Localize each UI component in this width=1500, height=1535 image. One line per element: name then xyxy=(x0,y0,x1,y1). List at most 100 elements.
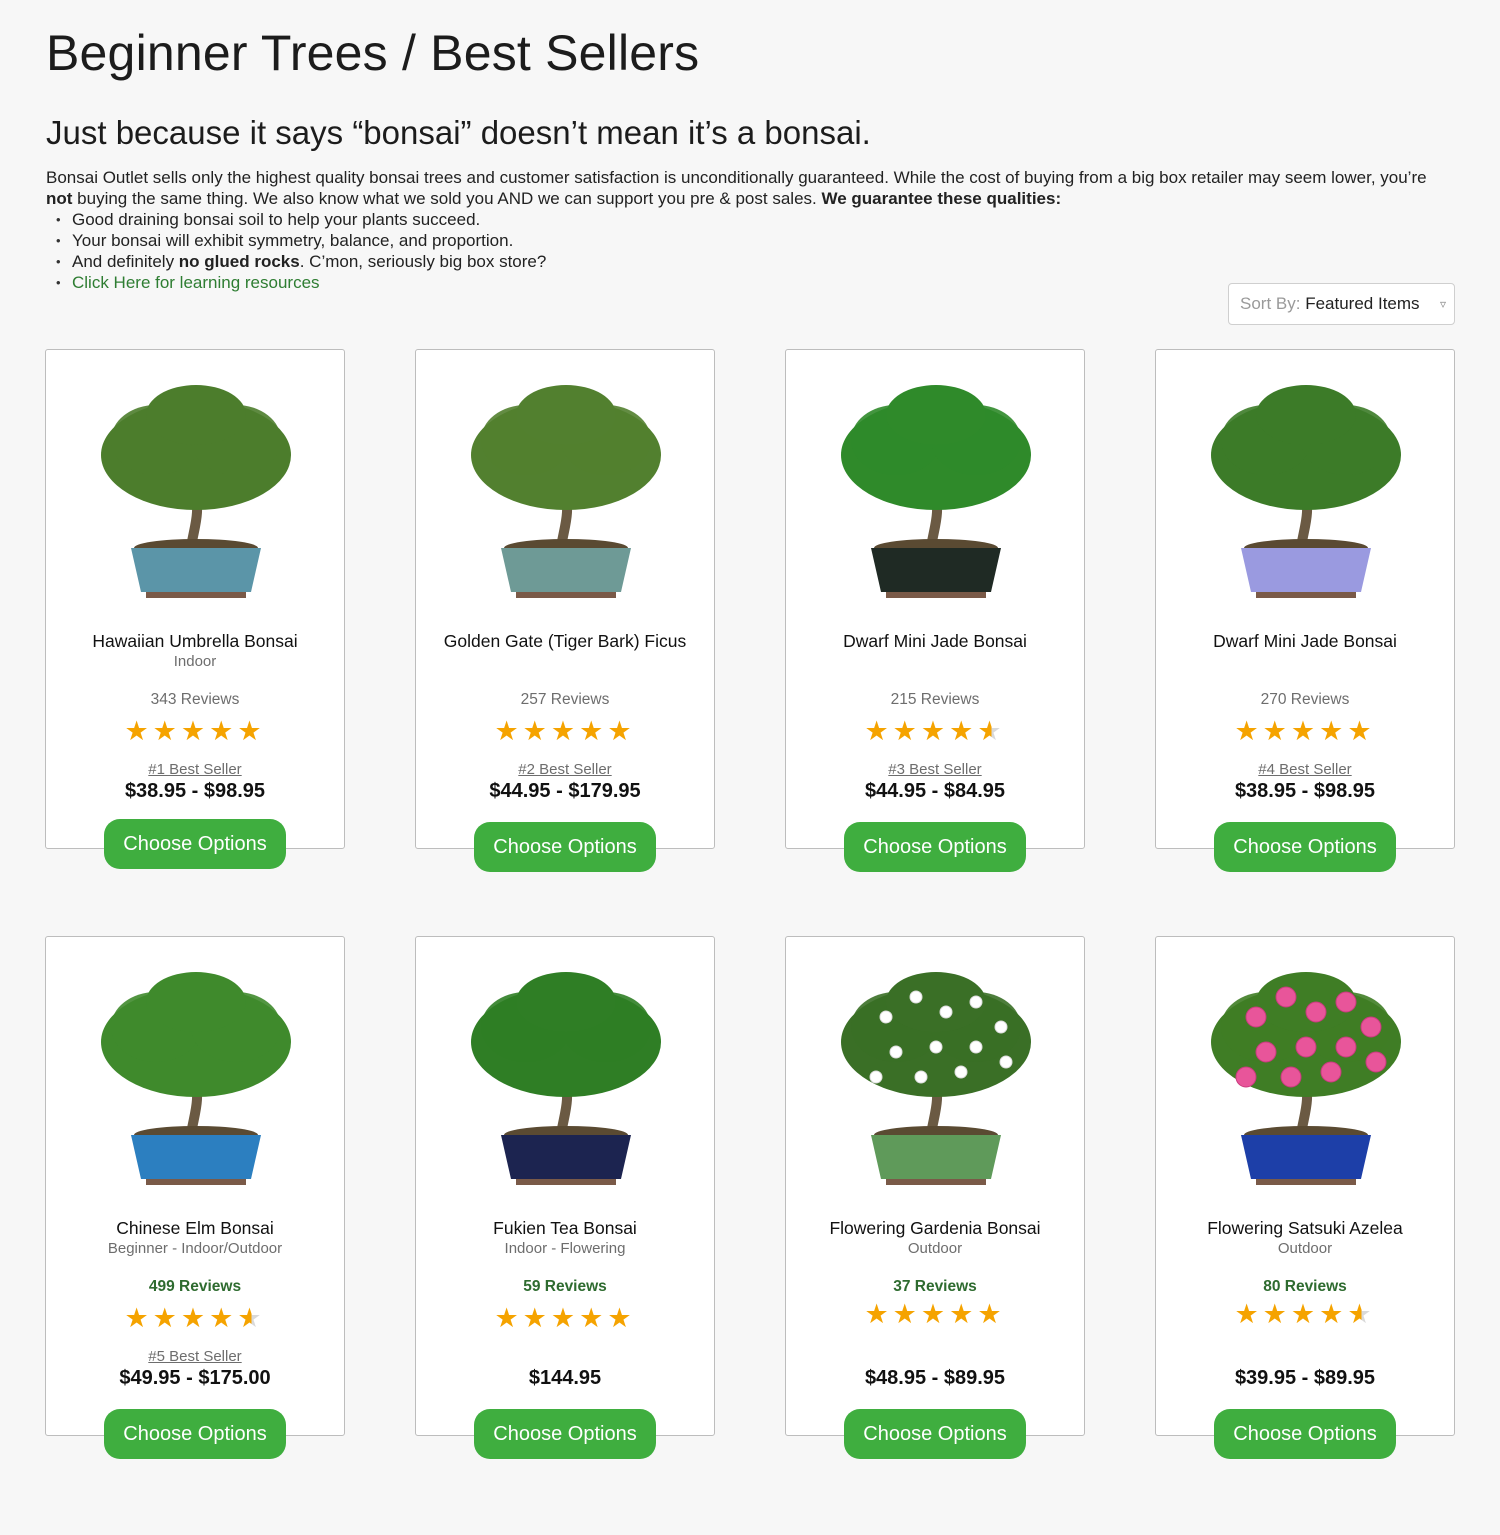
star-icon: ★ xyxy=(1319,716,1348,746)
product-image[interactable] xyxy=(1196,370,1416,610)
product-price: $49.95 - $175.00 xyxy=(119,1367,271,1389)
product-price: $38.95 - $98.95 xyxy=(124,780,266,802)
product-card[interactable]: Flowering Satsuki Azelea Outdoor 80 Review… xyxy=(1155,936,1455,1436)
product-card[interactable]: Fukien Tea Bonsai Indoor - Flowering 59 Re… xyxy=(415,936,715,1436)
product-image[interactable] xyxy=(86,957,306,1197)
product-card[interactable]: Dwarf Mini Jade Bonsai 270 Reviews ★★★★★ #4… xyxy=(1155,349,1455,849)
star-icon: ★ xyxy=(977,1299,1006,1329)
star-rating: ★★★★★ xyxy=(786,716,1084,747)
product-image[interactable] xyxy=(826,957,1046,1197)
product-meta: Outdoor xyxy=(1277,1240,1333,1257)
page-subtitle: Just because it says “bonsai” doesn’t me… xyxy=(46,114,871,151)
product-card[interactable]: Golden Gate (Tiger Bark) Ficus 257 Review… xyxy=(415,349,715,849)
product-name: Flowering Satsuki Azelea xyxy=(1207,1218,1403,1238)
choose-options-button[interactable]: Choose Options xyxy=(844,822,1026,872)
choose-options-button[interactable]: Choose Options xyxy=(104,1409,286,1459)
product-image[interactable] xyxy=(826,370,1046,610)
star-icon: ★ xyxy=(522,716,551,746)
star-icon: ★ xyxy=(209,716,238,746)
product-reviews[interactable]: 37 Reviews xyxy=(786,1278,1084,1296)
star-icon: ★ xyxy=(180,716,210,746)
product-image[interactable] xyxy=(456,957,676,1197)
star-icon: ★ xyxy=(949,1299,978,1329)
intro-p1: Bonsai Outlet sells only the highest qua… xyxy=(46,168,1427,187)
best-seller-link[interactable]: #2 Best Seller xyxy=(416,761,714,778)
product-card[interactable]: Chinese Elm Bonsai Beginner - Indoor/Outd… xyxy=(45,936,345,1436)
star-icon: ★ xyxy=(209,1303,238,1333)
best-seller-link[interactable]: #5 Best Seller xyxy=(46,1348,344,1365)
product-reviews[interactable]: 499 Reviews xyxy=(46,1278,344,1296)
star-icon: ★ xyxy=(124,1303,153,1333)
product-price: $44.95 - $179.95 xyxy=(489,780,641,802)
choose-options-button[interactable]: Choose Options xyxy=(474,822,656,872)
product-reviews: 270 Reviews xyxy=(1260,691,1350,708)
star-icon: ★ xyxy=(237,1303,266,1333)
product-price: $144.95 xyxy=(528,1367,602,1389)
best-seller-link[interactable]: #1 Best Seller xyxy=(46,761,344,778)
chevron-down-icon: ▿ xyxy=(1439,297,1446,311)
star-icon: ★ xyxy=(1290,716,1320,746)
star-icon: ★ xyxy=(864,716,893,746)
product-card[interactable]: Dwarf Mini Jade Bonsai 215 Reviews ★★★★★ #3… xyxy=(785,349,1085,849)
product-name: Dwarf Mini Jade Bonsai xyxy=(1213,631,1397,651)
product-card[interactable]: Flowering Gardenia Bonsai Outdoor 37 Revie… xyxy=(785,936,1085,1436)
product-price: $39.95 - $89.95 xyxy=(1234,1367,1376,1389)
intro-text: Bonsai Outlet sells only the highest qua… xyxy=(46,167,1446,293)
product-card[interactable]: Hawaiian Umbrella Bonsai Indoor 343 Review… xyxy=(45,349,345,849)
product-meta: Beginner - Indoor/Outdoor xyxy=(107,1240,283,1257)
choose-options-button[interactable]: Choose Options xyxy=(1214,822,1396,872)
product-image[interactable] xyxy=(86,370,306,610)
product-reviews: 257 Reviews xyxy=(520,691,610,708)
product-reviews: 343 Reviews xyxy=(150,691,240,708)
guarantee-item: Good draining bonsai soil to help your p… xyxy=(56,209,1446,230)
product-price: $38.95 - $98.95 xyxy=(1234,780,1376,802)
star-icon: ★ xyxy=(864,1299,893,1329)
intro-p2: buying the same thing. We also know what… xyxy=(72,189,822,208)
product-reviews[interactable]: 80 Reviews xyxy=(1156,1278,1454,1296)
product-name: Flowering Gardenia Bonsai xyxy=(829,1218,1041,1238)
learning-resources-link[interactable]: Click Here for learning resources xyxy=(72,273,320,292)
choose-options-button[interactable]: Choose Options xyxy=(844,1409,1026,1459)
product-name: Fukien Tea Bonsai xyxy=(493,1218,637,1238)
product-image[interactable] xyxy=(1196,957,1416,1197)
choose-options-button[interactable]: Choose Options xyxy=(1214,1409,1396,1459)
star-icon: ★ xyxy=(977,716,1006,746)
sort-select[interactable]: Sort By: Featured Items ▿ xyxy=(1228,283,1455,325)
best-seller-link[interactable]: #3 Best Seller xyxy=(786,761,1084,778)
guarantee-item: And definitely no glued rocks. C’mon, se… xyxy=(56,251,1446,272)
guarantee-text: . C’mon, seriously big box store? xyxy=(299,252,547,271)
star-icon: ★ xyxy=(892,716,921,746)
star-icon: ★ xyxy=(1262,1299,1291,1329)
product-reviews: 215 Reviews xyxy=(890,691,980,708)
sort-label: Sort By: xyxy=(1240,294,1301,313)
star-icon: ★ xyxy=(124,716,153,746)
star-icon: ★ xyxy=(1347,1299,1376,1329)
star-icon: ★ xyxy=(1262,716,1291,746)
choose-options-button[interactable]: Choose Options xyxy=(104,819,286,869)
star-icon: ★ xyxy=(550,716,580,746)
star-icon: ★ xyxy=(180,1303,210,1333)
intro-paragraph: Bonsai Outlet sells only the highest qua… xyxy=(46,167,1446,209)
product-reviews[interactable]: 59 Reviews xyxy=(416,1278,714,1296)
star-icon: ★ xyxy=(1347,716,1376,746)
star-icon: ★ xyxy=(949,716,978,746)
star-icon: ★ xyxy=(579,1303,608,1333)
product-meta: Indoor xyxy=(173,653,217,670)
product-image[interactable] xyxy=(456,370,676,610)
star-icon: ★ xyxy=(579,716,608,746)
star-icon: ★ xyxy=(920,716,950,746)
choose-options-button[interactable]: Choose Options xyxy=(474,1409,656,1459)
guarantee-list: Good draining bonsai soil to help your p… xyxy=(56,209,1446,293)
guarantee-text: Good draining bonsai soil to help your p… xyxy=(72,210,481,229)
star-icon: ★ xyxy=(607,1303,636,1333)
best-seller-link[interactable]: #4 Best Seller xyxy=(1156,761,1454,778)
product-price: $48.95 - $89.95 xyxy=(864,1367,1006,1389)
star-icon: ★ xyxy=(522,1303,551,1333)
star-rating: ★★★★★ xyxy=(786,1299,1084,1330)
product-price: $44.95 - $84.95 xyxy=(864,780,1006,802)
star-icon: ★ xyxy=(920,1299,950,1329)
sort-value: Featured Items xyxy=(1305,294,1420,313)
product-meta: Outdoor xyxy=(907,1240,963,1257)
star-icon: ★ xyxy=(607,716,636,746)
star-rating: ★★★★★ xyxy=(1156,1299,1454,1330)
